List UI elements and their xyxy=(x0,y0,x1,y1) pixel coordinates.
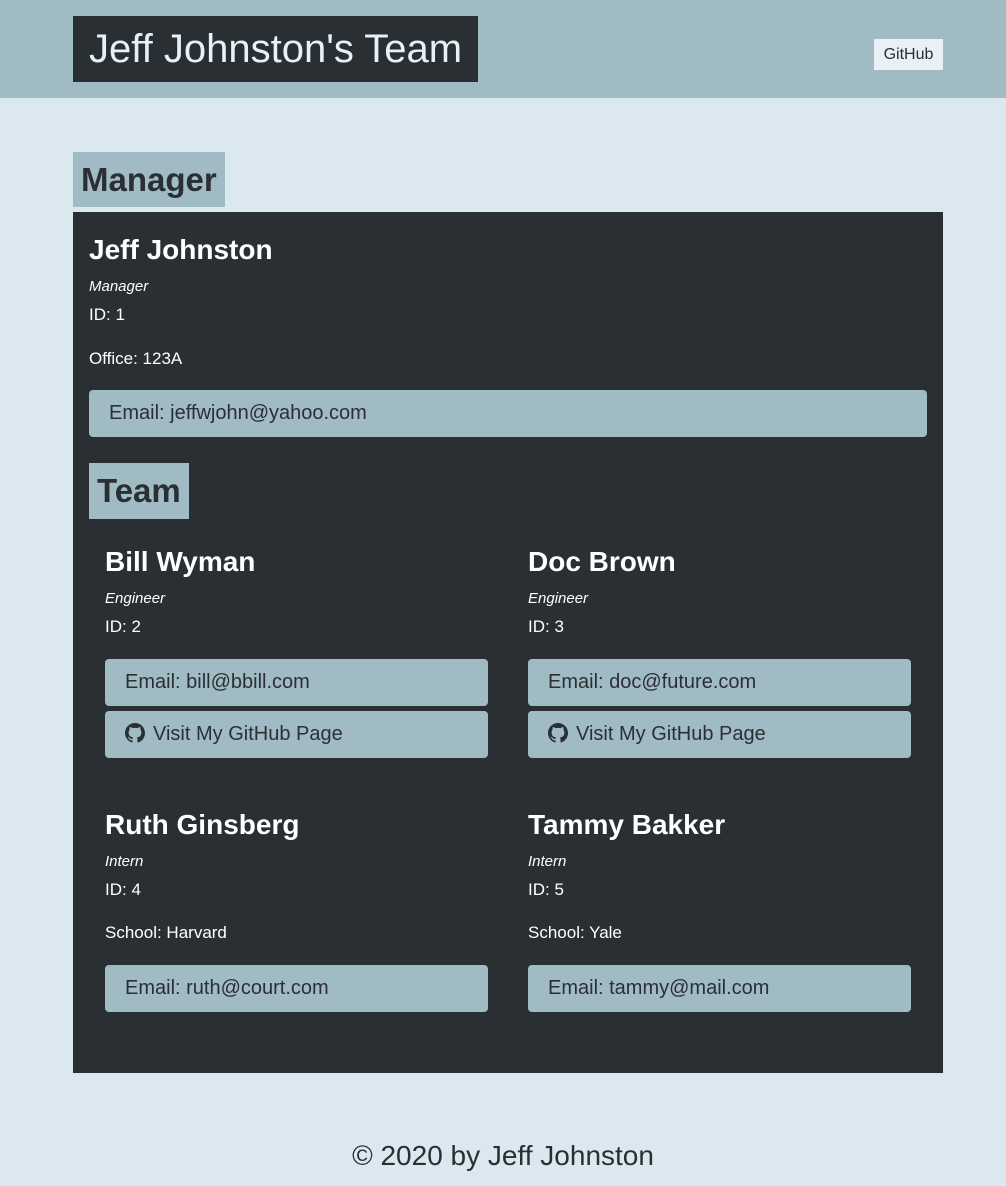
team-panel: Jeff Johnston Manager ID: 1 Office: 123A… xyxy=(73,212,943,1073)
manager-section-title: Manager xyxy=(73,152,225,207)
member-role: Engineer xyxy=(528,590,589,607)
member-email-button[interactable]: Email: ruth@court.com xyxy=(105,965,488,1012)
member-name: Tammy Bakker xyxy=(528,809,726,840)
footer-copyright: © 2020 by Jeff Johnston xyxy=(352,1140,654,1171)
member-school: School: Yale xyxy=(528,923,622,942)
github-icon xyxy=(548,723,568,743)
site-title: Jeff Johnston's Team xyxy=(73,16,479,82)
member-school: School: Harvard xyxy=(105,923,227,942)
team-section-title: Team xyxy=(89,463,189,519)
manager-id: ID: 1 xyxy=(89,305,125,324)
manager-email-button[interactable]: Email: jeffwjohn@yahoo.com xyxy=(89,390,927,437)
member-email-button[interactable]: Email: doc@future.com xyxy=(528,659,911,706)
member-email-button[interactable]: Email: bill@bbill.com xyxy=(105,659,488,706)
member-name: Bill Wyman xyxy=(105,546,256,577)
member-id: ID: 3 xyxy=(528,617,564,636)
member-github-button[interactable]: Visit My GitHub Page xyxy=(528,711,911,758)
member-name: Ruth Ginsberg xyxy=(105,809,300,840)
site-header: Jeff Johnston's Team GitHub xyxy=(0,0,1006,98)
member-id: ID: 2 xyxy=(105,617,141,636)
member-github-label: Visit My GitHub Page xyxy=(153,723,343,745)
github-nav-link[interactable]: GitHub xyxy=(874,39,943,70)
manager-office: Office: 123A xyxy=(89,349,183,368)
github-icon xyxy=(125,723,145,743)
member-id: ID: 5 xyxy=(528,880,564,899)
member-role: Intern xyxy=(105,853,144,870)
member-role: Intern xyxy=(528,853,567,870)
member-id: ID: 4 xyxy=(105,880,141,899)
member-name: Doc Brown xyxy=(528,546,676,577)
member-github-label: Visit My GitHub Page xyxy=(576,723,766,745)
member-role: Engineer xyxy=(105,590,166,607)
manager-name: Jeff Johnston xyxy=(89,234,273,265)
member-email-button[interactable]: Email: tammy@mail.com xyxy=(528,965,911,1012)
member-github-button[interactable]: Visit My GitHub Page xyxy=(105,711,488,758)
manager-role: Manager xyxy=(89,278,149,295)
